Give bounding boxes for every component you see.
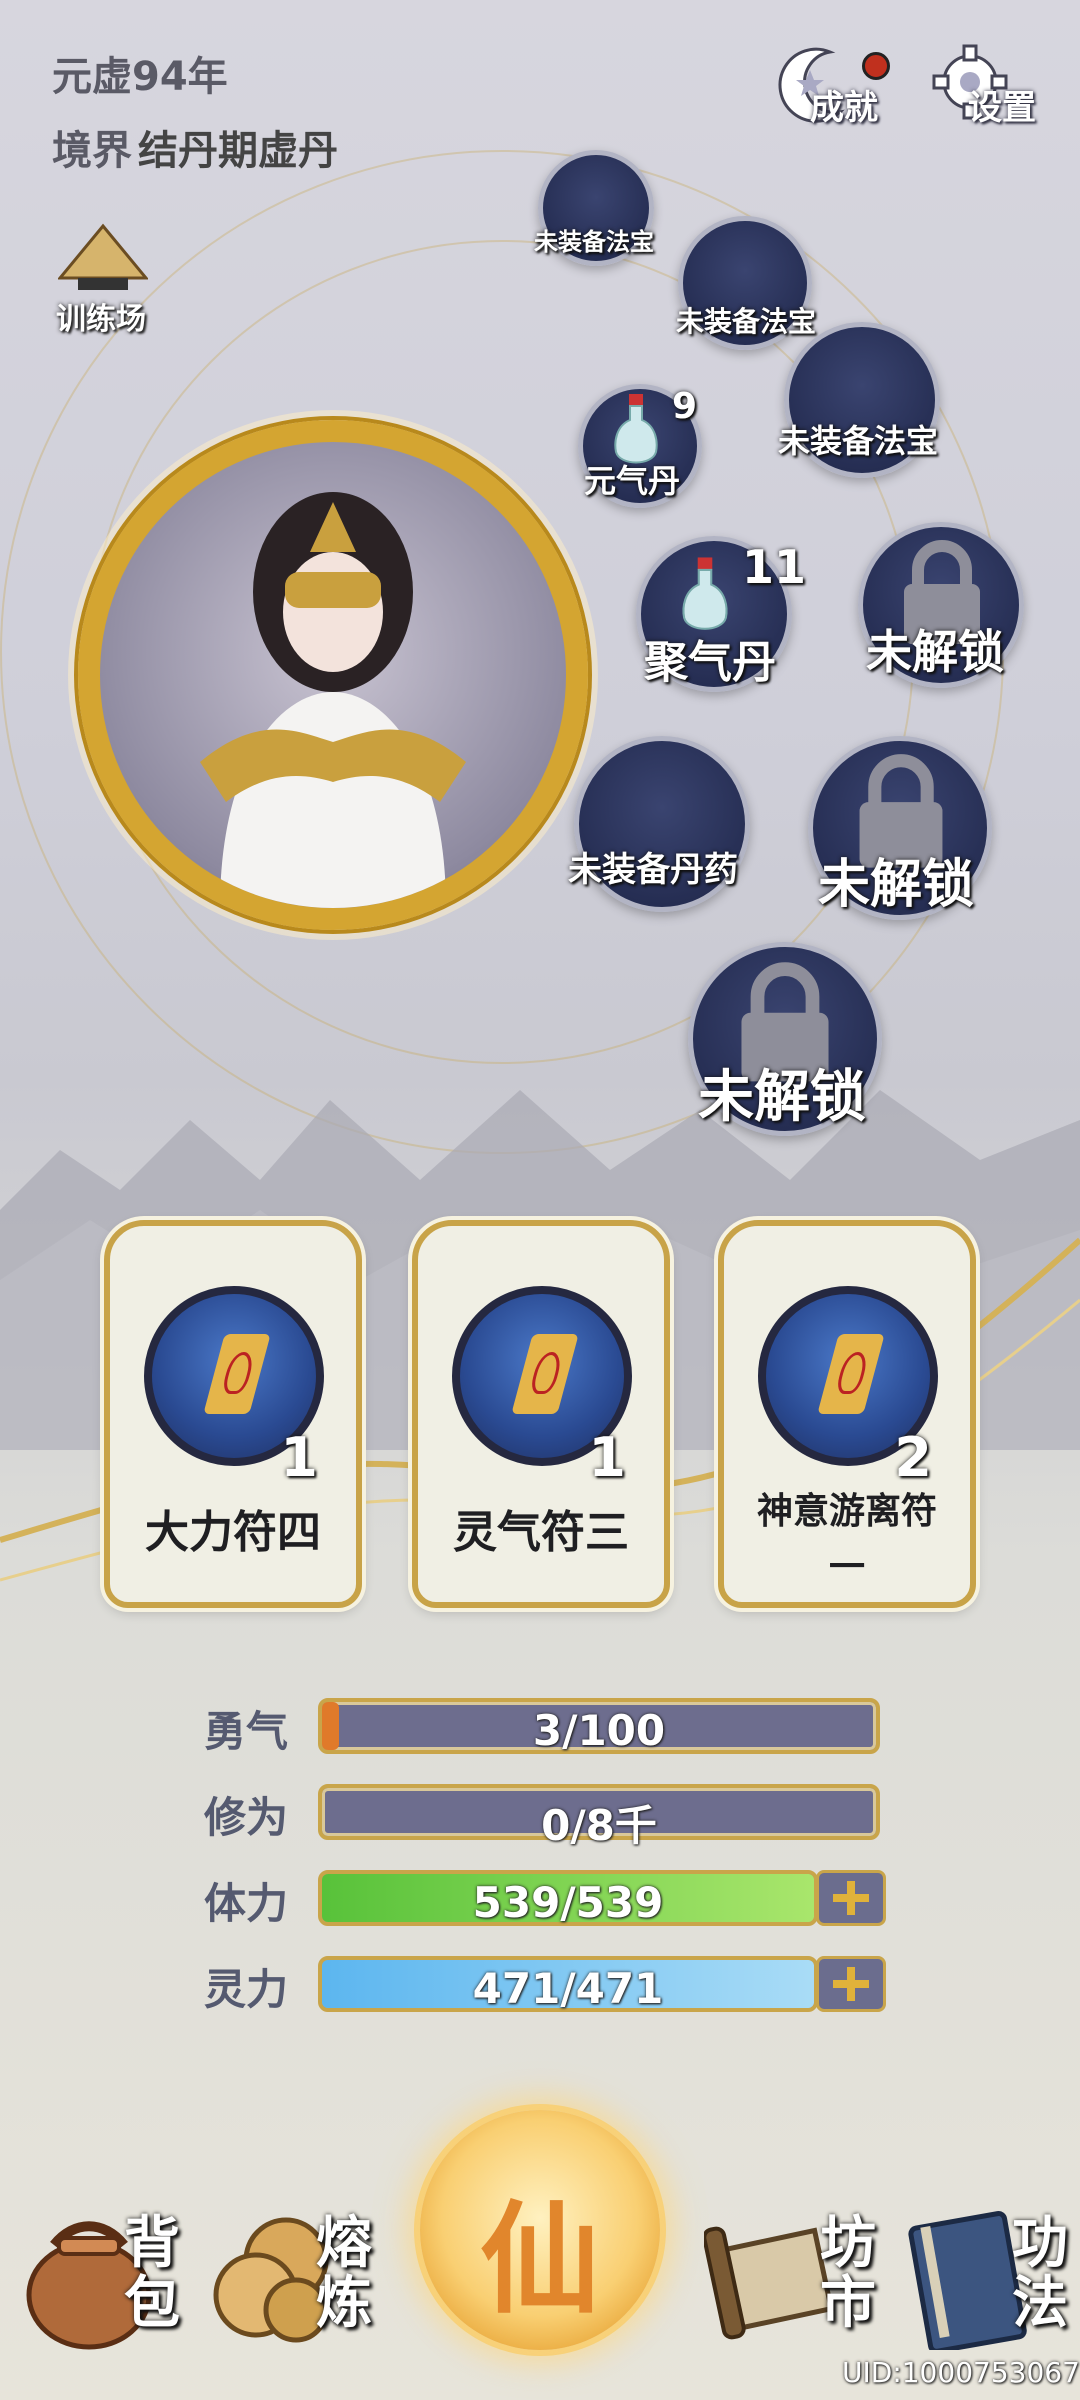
training-ground-label: 训练场 [56, 302, 146, 337]
talisman-count: 2 [894, 1426, 932, 1489]
artifact-slot-2-label: 未装备法宝 [676, 305, 817, 338]
artifact-slot-1-label: 未装备法宝 [534, 228, 654, 256]
talisman-name: 大力符四 [145, 1507, 321, 1558]
settings-label: 设置 [968, 88, 1036, 128]
character-portrait[interactable] [78, 420, 588, 930]
realm-display: 境界 结丹期虚丹 [52, 118, 338, 176]
nav-cultivate-center-button[interactable]: 仙 [420, 2110, 660, 2350]
realm-label: 境界 [52, 128, 132, 174]
locked-slot-1-label: 未解锁 [866, 625, 1004, 679]
spirit-value: 471/471 [472, 1964, 664, 2013]
pill-yuanqi-count: 9 [672, 386, 698, 427]
nav-skills-label: 功法 [1012, 2211, 1068, 2336]
nav-market-label: 坊市 [820, 2211, 876, 2336]
stamina-value: 539/539 [472, 1878, 664, 1927]
pill-slot-empty-label: 未装备丹药 [568, 850, 738, 890]
talisman-count: 1 [588, 1426, 626, 1489]
artifact-slot-3-label: 未装备法宝 [778, 422, 939, 460]
user-id: UID:1000753067 [842, 2356, 1080, 2389]
pill-yuanqi-label: 元气丹 [584, 462, 681, 500]
spirit-plus-button[interactable] [816, 1956, 886, 2012]
settings-button[interactable]: 设置 [928, 40, 1058, 140]
spirit-bar: 471/471 [318, 1956, 818, 2013]
nav-bag[interactable]: 背包 [14, 2200, 194, 2380]
pill-juqi-count: 11 [742, 540, 807, 594]
spirit-label: 灵力 [204, 1965, 289, 2014]
courage-bar: 3/100 [318, 1698, 880, 1755]
talisman-card[interactable]: 1 灵气符三 [412, 1220, 670, 1608]
stamina-bar: 539/539 [318, 1870, 818, 1927]
locked-slot-2-label: 未解锁 [818, 855, 975, 915]
stamina-plus-button[interactable] [816, 1870, 886, 1926]
cultivation-bar: 0/8千 [318, 1784, 880, 1850]
courage-label: 勇气 [204, 1707, 289, 1756]
year-display: 元虚94年 [52, 54, 228, 100]
nav-skills[interactable]: 功法 [900, 2200, 1080, 2380]
notification-dot [862, 52, 890, 80]
talisman-name: 灵气符三 [453, 1507, 629, 1558]
nav-smelt[interactable]: 熔炼 [206, 2200, 386, 2380]
cultivation-label: 修为 [204, 1793, 289, 1842]
achievements-label: 成就 [810, 88, 878, 128]
cultivate-center-label: 仙 [480, 2189, 600, 2330]
talisman-count: 1 [280, 1426, 318, 1489]
character-figure [200, 492, 466, 908]
talisman-name: 神意游离符一 [756, 1491, 937, 1588]
talisman-card[interactable]: 1 大力符四 [104, 1220, 362, 1608]
talisman-icon [817, 1334, 885, 1414]
training-ground-button[interactable]: 训练场 [52, 222, 162, 342]
nav-smelt-label: 熔炼 [316, 2211, 372, 2336]
nav-market[interactable]: 坊市 [704, 2200, 884, 2380]
locked-slot-3-label: 未解锁 [698, 1065, 866, 1130]
realm-value: 结丹期虚丹 [138, 128, 338, 174]
pill-juqi-label: 聚气丹 [644, 637, 776, 688]
stamina-label: 体力 [204, 1879, 289, 1928]
straw-hat-icon [58, 223, 148, 290]
achievements-button[interactable]: 成就 [770, 40, 900, 140]
cultivation-value: 0/8千 [541, 1801, 657, 1850]
courage-value: 3/100 [532, 1706, 666, 1755]
nav-bag-label: 背包 [124, 2211, 180, 2336]
talisman-icon [511, 1334, 579, 1414]
talisman-icon [203, 1334, 271, 1414]
talisman-card[interactable]: 2 神意游离符一 [718, 1220, 976, 1608]
